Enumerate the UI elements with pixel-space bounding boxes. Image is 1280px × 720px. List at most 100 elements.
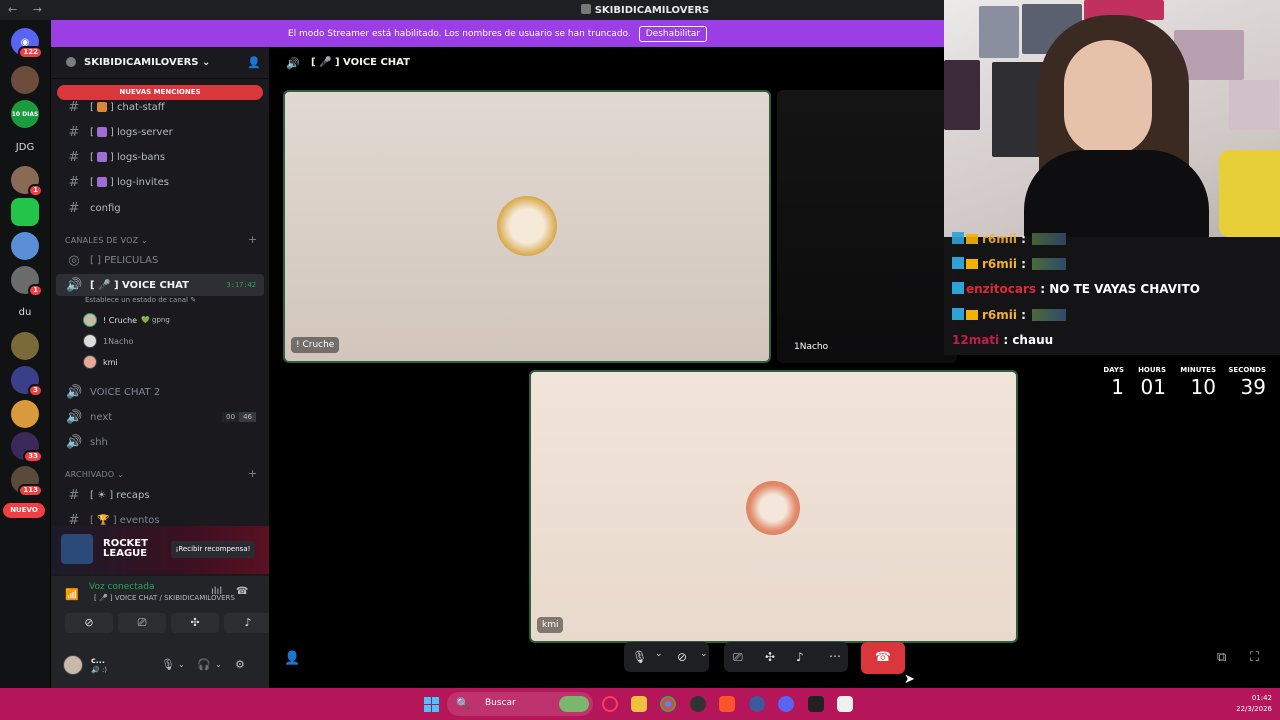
voice-status[interactable]: Voz conectada <box>89 582 154 592</box>
obs-icon[interactable] <box>690 696 706 712</box>
video-tile-nacho[interactable]: 1Nacho <box>777 90 957 363</box>
channel-chat-staff[interactable]: #[] chat-staff <box>56 96 264 118</box>
channel-peliculas[interactable]: ◎ [ ] PELICULAS <box>56 249 264 271</box>
server-icon[interactable]: 3 <box>11 366 43 397</box>
fullscreen-icon[interactable]: ⛶ <box>1250 650 1259 665</box>
camera-off-icon[interactable]: ⊘ <box>677 650 687 664</box>
channel-voice-chat-2[interactable]: 🔊 VOICE CHAT 2 <box>56 381 264 403</box>
server-header[interactable]: SKIBIDICAMILOVERS ⌄ 👤 <box>51 47 269 79</box>
file-explorer-icon[interactable] <box>631 696 647 712</box>
add-channel-icon[interactable]: + <box>248 467 257 480</box>
store-icon[interactable] <box>837 696 853 712</box>
server-icon[interactable]: 1 <box>11 166 43 197</box>
video-tile-cruche[interactable]: ! Cruche <box>283 90 771 363</box>
discord-icon[interactable] <box>778 696 794 712</box>
camera-off-button[interactable]: ⊘ <box>65 613 113 633</box>
countdown-days: DAYS 1 <box>1103 366 1124 399</box>
channel-name: [ 🏆 ] eventos <box>90 514 160 526</box>
video-tile-kmi[interactable]: kmi <box>529 370 1018 643</box>
system-clock[interactable]: 01:42 22/3/2026 <box>1222 693 1272 715</box>
badge: 33 <box>23 450 43 463</box>
app-icon[interactable] <box>749 696 765 712</box>
headphones-icon[interactable]: 🎧 <box>197 658 211 671</box>
add-channel-icon[interactable]: + <box>248 233 257 246</box>
activities-icon[interactable]: ✣ <box>765 650 775 664</box>
server-icon[interactable] <box>11 66 39 94</box>
channel-log-invites[interactable]: #[] log-invites <box>56 171 264 193</box>
invite-icon[interactable]: 👤 <box>247 56 261 69</box>
server-icon[interactable]: 113 <box>11 466 43 497</box>
channel-voice-chat[interactable]: 🔊 [ 🎤 ] VOICE CHAT 3:17:42 <box>56 274 264 296</box>
claim-reward-button[interactable]: ¡Recibir recompensa! <box>171 541 255 558</box>
category-voice-channels[interactable]: CANALES DE VOZ ⌄ <box>65 236 148 245</box>
server-icon[interactable] <box>11 232 39 260</box>
epic-games-icon[interactable] <box>808 696 824 712</box>
emote-icon <box>1032 258 1067 270</box>
start-button[interactable] <box>424 697 439 712</box>
chevron-down-icon[interactable]: ⌄ <box>178 660 185 669</box>
voice-user[interactable]: ! Cruche 💚 gpng <box>83 311 170 329</box>
channel-recaps[interactable]: # [ ☀ ] recaps <box>56 484 264 506</box>
channel-name: shh <box>90 436 108 448</box>
popout-icon[interactable]: ⧉ <box>1217 650 1226 665</box>
chevron-down-icon[interactable]: ⌄ <box>700 649 708 659</box>
share-screen-button[interactable]: ⎚ <box>118 613 166 633</box>
microphone-icon[interactable]: 🎙 <box>161 658 175 671</box>
channel-config[interactable]: # config <box>56 197 264 219</box>
countdown-hours: HOURS 01 <box>1138 366 1166 399</box>
server-gear-icon <box>66 57 76 67</box>
category-archived[interactable]: ARCHIVADO ⌄ <box>65 470 124 479</box>
channel-name: next <box>90 411 113 423</box>
channel-logs-bans[interactable]: #[] logs-bans <box>56 146 264 168</box>
channel-name: logs-bans <box>117 151 166 163</box>
voice-user[interactable]: kmi <box>83 353 118 371</box>
hash-icon: # <box>68 487 80 503</box>
server-icon[interactable] <box>11 198 39 226</box>
settings-gear-icon[interactable]: ⚙ <box>235 658 245 671</box>
noise-suppression-icon[interactable]: ılıl <box>211 586 222 597</box>
activities-button[interactable]: ✣ <box>171 613 219 633</box>
soundboard-button[interactable]: ♪ <box>224 613 272 633</box>
new-pill[interactable]: NUEVO <box>3 503 45 518</box>
search-label: Buscar <box>485 698 516 708</box>
set-channel-status[interactable]: Establece un estado de canal ✎ <box>85 296 196 304</box>
brave-icon[interactable] <box>719 696 735 712</box>
disconnect-icon[interactable]: ☎ <box>236 586 248 597</box>
server-icon[interactable] <box>11 332 39 360</box>
disable-button[interactable]: Deshabilitar <box>638 25 708 42</box>
share-screen-icon[interactable]: ⎚ <box>733 650 743 665</box>
channel-shh[interactable]: 🔊 shh <box>56 431 264 453</box>
promo-brand: ROCKET LEAGUE <box>103 538 148 559</box>
server-icon[interactable]: 1 <box>11 266 43 297</box>
chevron-down-icon[interactable]: ⌄ <box>215 660 222 669</box>
avatar <box>497 196 557 256</box>
avatar[interactable] <box>63 655 83 675</box>
user-tag: 💚 gpng <box>141 316 170 324</box>
server-jdg[interactable]: JDG <box>11 133 39 161</box>
add-user-icon[interactable]: 👤 <box>284 651 300 666</box>
more-icon[interactable]: ⋯ <box>829 649 841 663</box>
hash-icon: # <box>68 200 80 216</box>
yellow-object <box>1219 150 1280 237</box>
server-icon[interactable] <box>11 400 39 428</box>
voice-user[interactable]: 1Nacho <box>83 332 133 350</box>
taskbar-search[interactable]: 🔍 Buscar <box>447 692 593 716</box>
home-button[interactable]: ◉ 122 <box>11 28 43 59</box>
server-du[interactable]: du <box>11 298 39 326</box>
crown-icon <box>966 234 978 244</box>
server-name: SKIBIDICAMILOVERS ⌄ <box>84 57 211 68</box>
chrome-icon[interactable] <box>660 696 676 712</box>
channel-next[interactable]: 🔊 next 00 46 <box>56 406 264 428</box>
microphone-icon[interactable]: 🎙 <box>632 650 647 664</box>
user-name[interactable]: c... <box>91 656 105 665</box>
chevron-down-icon[interactable]: ⌄ <box>655 649 663 659</box>
end-call-button[interactable]: ☎ <box>861 642 905 674</box>
soundboard-icon[interactable]: ♪ <box>796 650 804 664</box>
app-icon[interactable] <box>602 696 618 712</box>
server-icon[interactable]: 33 <box>11 432 43 463</box>
channel-logs-server[interactable]: #[] logs-server <box>56 121 264 143</box>
server-dias[interactable]: 10 DIAS <box>11 100 39 128</box>
signal-icon[interactable]: 📶 <box>65 588 79 601</box>
chat-message: enzitocars : NO TE VAYAS CHAVITO <box>952 282 1200 296</box>
tile-label: ! Cruche <box>291 337 340 353</box>
